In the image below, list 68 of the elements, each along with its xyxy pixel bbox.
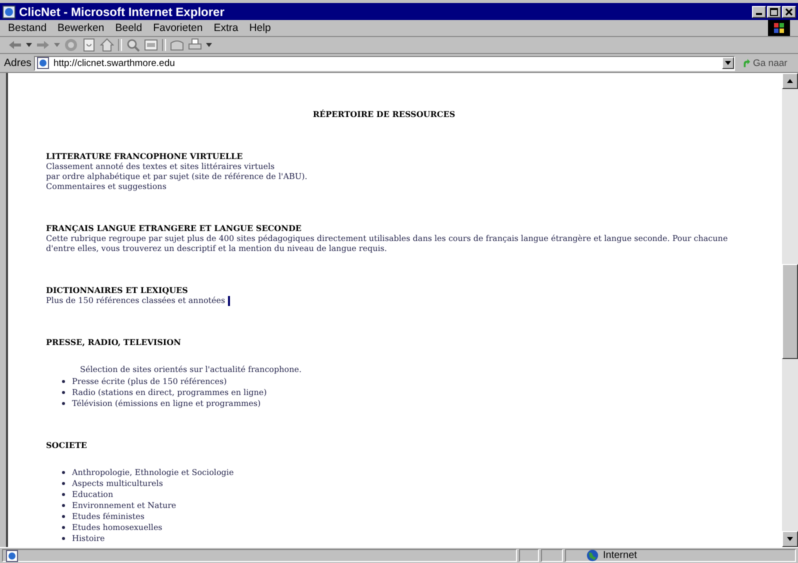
web-page-icon [37, 57, 50, 69]
maximize-icon [769, 6, 779, 16]
menu-item[interactable]: Bestand [8, 22, 47, 34]
bullet-icon [62, 391, 65, 394]
list-link[interactable]: Presse écrite (plus de 150 références) [72, 376, 227, 388]
page-status-icon [6, 550, 18, 562]
bullet-icon [62, 504, 65, 508]
list-link[interactable]: Environnement et Nature [72, 500, 176, 512]
section-description: Plus de 150 références classées et annotées [46, 296, 226, 306]
up-arrow-icon [787, 79, 793, 83]
bullet-icon [62, 471, 65, 474]
section-description: Cette rubrique regroupe par sujet plus de 400 sites pédagogiques directement utilisables dans les cours de français langue étrangère et langue seconde. Pour chacune d'entre elles, vous trouverez un descriptif et la mention du niveau de langue requis. [46, 234, 728, 253]
home-icon[interactable] [100, 38, 114, 52]
globe-icon [586, 549, 599, 562]
scroll-up-button[interactable] [782, 73, 798, 89]
maximize-button[interactable] [767, 6, 781, 18]
section-heading: SOCIETE [46, 440, 88, 450]
dropdown-button[interactable] [722, 57, 734, 69]
caret-icon [725, 61, 731, 65]
menu-item[interactable]: Extra [214, 22, 238, 34]
dropdown-caret-icon[interactable] [206, 43, 212, 47]
list-link[interactable]: Etudes homosexuelles [72, 522, 162, 534]
section-intro: Sélection de sites orientés sur l'actualité francophone. [80, 365, 303, 374]
bullet-icon [62, 380, 65, 384]
security-zone-label: Internet [603, 550, 637, 561]
vertical-scrollbar[interactable] [782, 73, 798, 547]
bullet-icon [62, 493, 65, 496]
close-icon [784, 6, 794, 16]
windows-logo-icon [768, 20, 790, 36]
arrow-icon [742, 58, 751, 68]
section-heading: DICTIONNAIRES ET LEXIQUES [46, 285, 189, 295]
window-title: ClicNet - Microsoft Internet Explorer [19, 4, 226, 18]
browser-page-icon [2, 4, 16, 18]
favorites-icon[interactable] [144, 38, 158, 52]
bullet-icon [62, 515, 65, 518]
down-arrow-icon [787, 537, 793, 541]
menu-item[interactable]: Bewerken [58, 22, 104, 34]
list-link[interactable]: Histoire [72, 533, 105, 544]
menu-item[interactable]: Beeld [115, 22, 142, 34]
list-link[interactable]: Télévision (émissions en ligne et programmes) [72, 398, 261, 410]
status-panel [519, 549, 539, 562]
address-field[interactable]: http://clicnet.swarthmore.edu [34, 56, 735, 70]
bullet-icon [62, 402, 65, 406]
dropdown-caret-icon[interactable] [26, 43, 32, 47]
minimize-button[interactable] [752, 6, 766, 18]
menu-item[interactable]: Favorieten [153, 22, 203, 34]
address-label: Adres [4, 57, 32, 69]
list-link[interactable]: Education [72, 489, 114, 500]
section-heading: LITTERATURE FRANCOPHONE VIRTUELLE [46, 151, 244, 161]
scrollbar-thumb[interactable] [782, 264, 798, 359]
section-heading: PRESSE, RADIO, TELEVISION [46, 337, 182, 348]
close-button[interactable] [782, 6, 796, 18]
minimize-icon [756, 13, 762, 15]
section-description: Classement annoté des textes et sites littéraires virtuels par ordre alphabétique et par sujet (site de référence de l'ABU). Commentaires et suggestions [46, 162, 308, 191]
menu-item[interactable]: Help [249, 22, 271, 34]
scroll-down-button[interactable] [782, 531, 798, 547]
section-heading: FRANÇAIS LANGUE ETRANGERE ET LANGUE SECONDE [46, 223, 302, 233]
bullet-icon [62, 482, 65, 486]
list-link[interactable]: Etudes féministes [72, 511, 144, 522]
bullet-icon [62, 526, 65, 530]
list-link[interactable]: Anthropologie, Ethnologie et Sociologie [72, 467, 234, 478]
list-link[interactable]: Radio (stations en direct, programmes en ligne) [72, 387, 267, 398]
search-icon[interactable] [126, 38, 140, 52]
page-title: RÉPERTOIRE DE RESSOURCES [312, 109, 456, 119]
printer-icon[interactable] [188, 38, 202, 52]
status-panel [541, 549, 563, 562]
list-link[interactable]: Aspects multiculturels [72, 478, 163, 490]
bullet-icon [62, 537, 65, 540]
